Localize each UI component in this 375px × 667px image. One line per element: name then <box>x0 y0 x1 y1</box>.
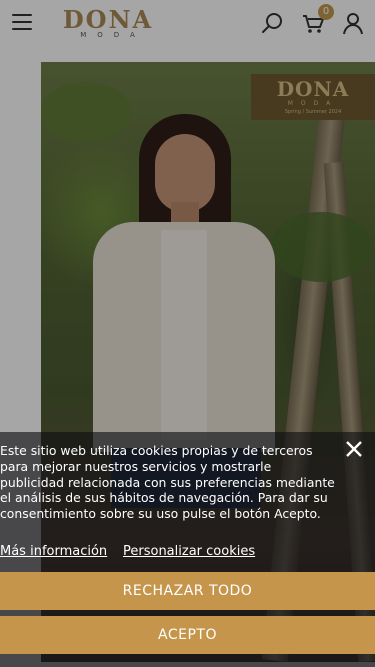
cookie-consent-banner: Este sitio web utiliza cookies propias y… <box>0 432 375 667</box>
reject-all-button[interactable]: RECHAZAR TODO <box>0 572 375 610</box>
customize-cookies-link[interactable]: Personalizar cookies <box>123 544 255 559</box>
close-icon[interactable] <box>343 438 365 460</box>
cookie-message: Este sitio web utiliza cookies propias y… <box>0 443 335 522</box>
more-info-link[interactable]: Más información <box>0 544 107 559</box>
accept-button[interactable]: ACEPTO <box>0 616 375 654</box>
